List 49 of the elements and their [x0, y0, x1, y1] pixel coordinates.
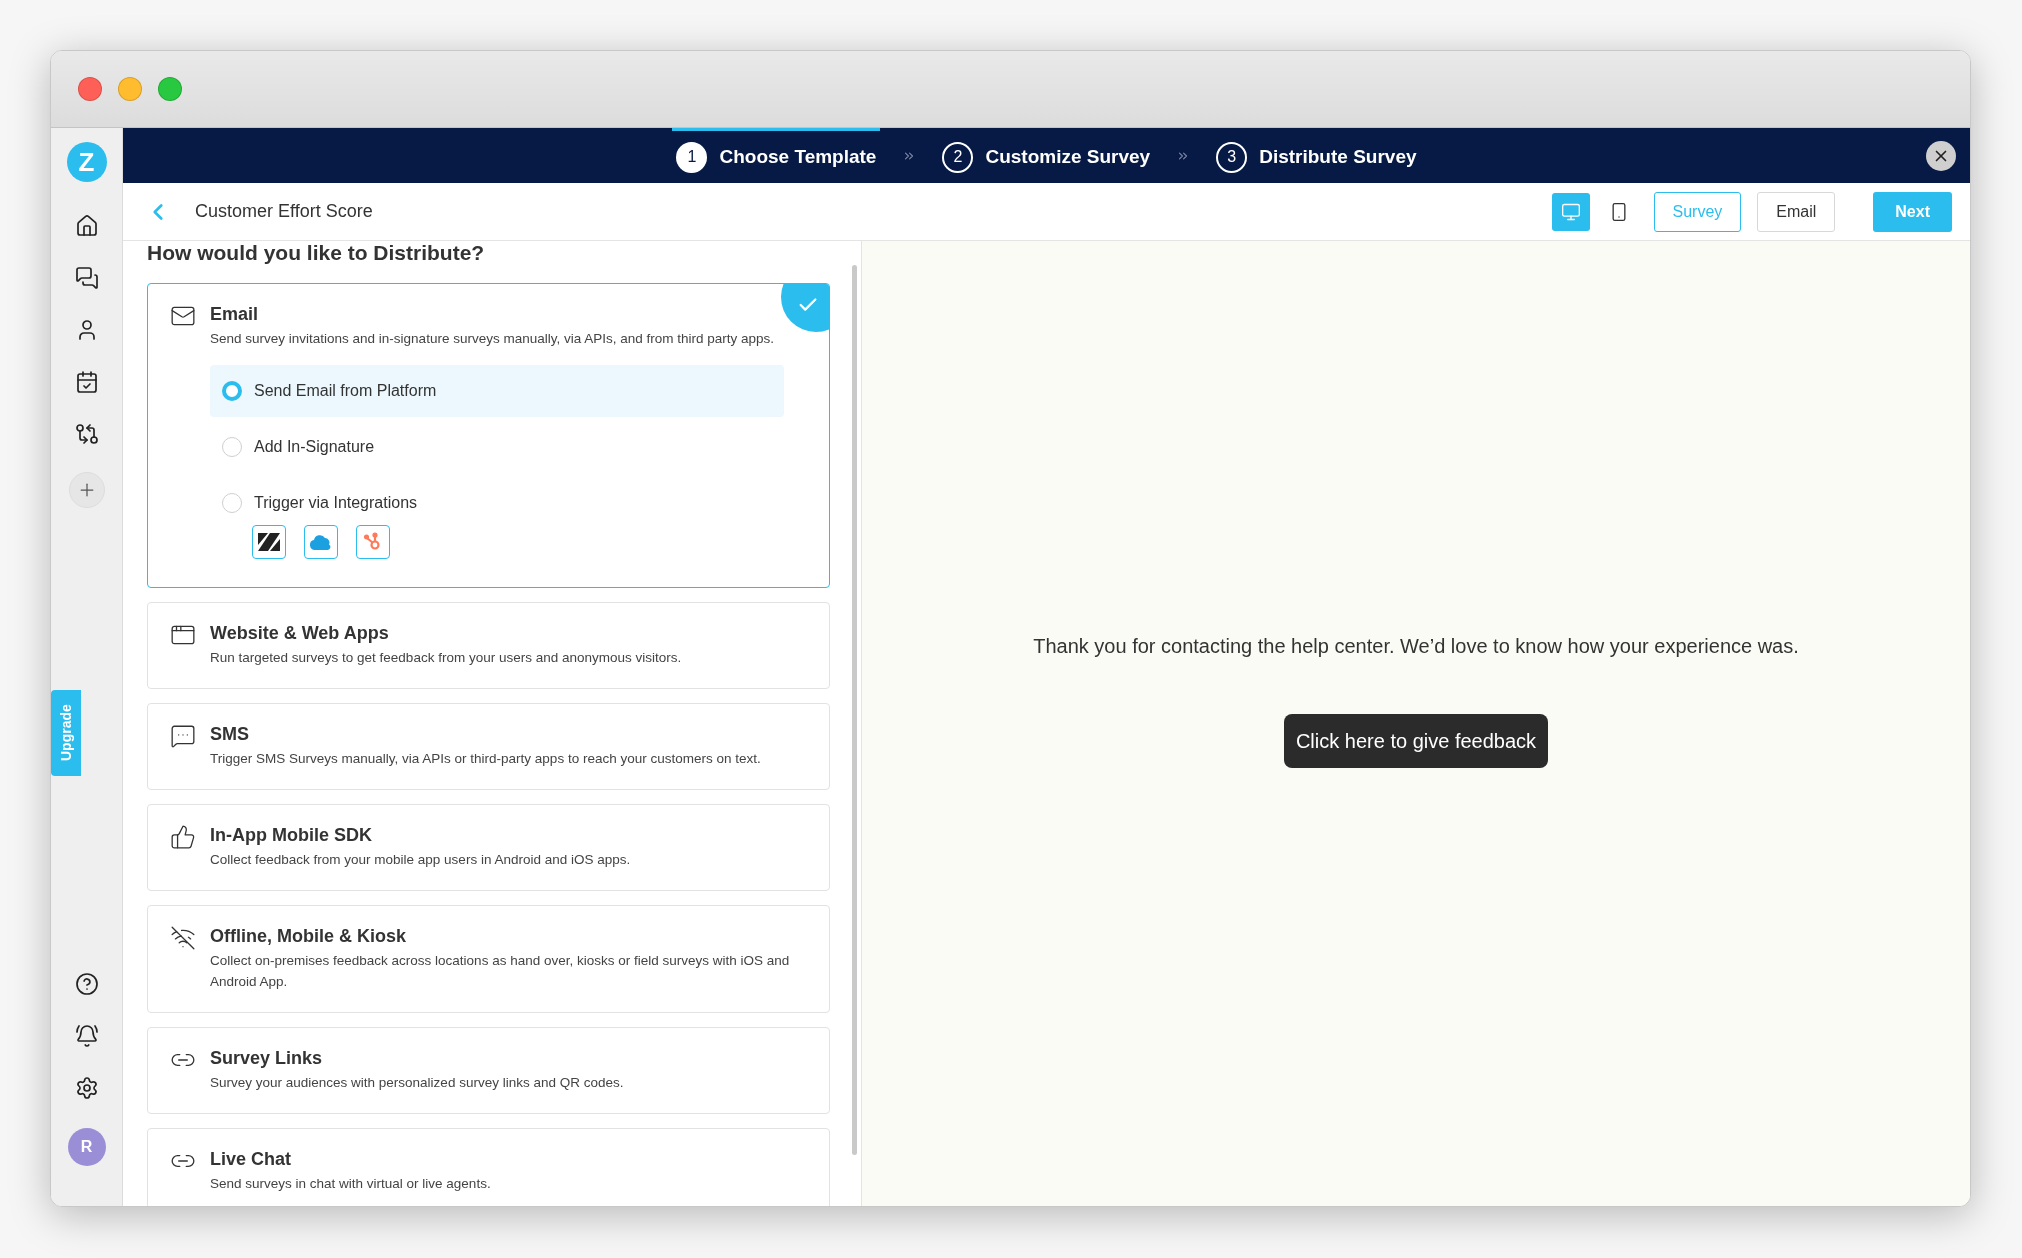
home-icon [74, 214, 99, 238]
monitor-icon [1560, 201, 1581, 222]
card-title: SMS [210, 724, 250, 745]
feedback-button[interactable]: Click here to give feedback [1283, 714, 1549, 768]
preview-message: Thank you for contacting the help center. We’d love to know how your experience was. [1033, 635, 1799, 658]
card-title: Website & Web Apps [210, 623, 390, 644]
cloud-icon [309, 534, 333, 550]
thumbs-up-icon [170, 824, 196, 850]
card-description: Send survey invitations and in-signature surveys manually, via APIs, and from third party apps. [210, 330, 776, 348]
channel-card[interactable]: SMS Trigger SMS Surveys manually, via APIs or third-party apps to reach your customers on text. [147, 703, 830, 790]
card-description: Run targeted surveys to get feedback from your users and anonymous visitors. [210, 649, 683, 667]
settings-icon [74, 1076, 99, 1100]
card-description: Collect feedback from your mobile app users in Android and iOS apps. [210, 851, 632, 869]
step-tab[interactable]: 1 Choose Template [672, 128, 881, 183]
wifi-off-icon [170, 925, 196, 951]
survey-title: Customer Effort Score [195, 201, 374, 222]
add-button[interactable] [68, 472, 105, 508]
help-icon [74, 972, 99, 996]
zigzag-logo-icon [258, 533, 280, 551]
chat-bubble-icon [170, 723, 196, 749]
radio-option[interactable]: Send Email from Platform [210, 365, 784, 417]
close-button[interactable] [1926, 141, 1956, 171]
section-heading: How would you like to Distribute? [147, 241, 486, 265]
integration-button[interactable] [252, 525, 286, 559]
card-description: Trigger SMS Surveys manually, via APIs or third-party apps to reach your customers on text. [210, 750, 762, 768]
card-description: Send surveys in chat with virtual or live agents. [210, 1175, 492, 1193]
card-title: Email [210, 304, 260, 325]
card-title: In-App Mobile SDK [210, 825, 373, 846]
channel-card[interactable]: Email Send survey invitations and in-signature surveys manually, via APIs, and from third party apps. Send Email from Platform Add In-Signature Trigger via Integrations [147, 283, 830, 588]
card-title: Live Chat [210, 1149, 293, 1170]
calendar-check-icon [74, 370, 99, 394]
step-tab[interactable]: 2 Customize Survey [938, 128, 1155, 183]
scrollbar[interactable] [852, 265, 857, 1155]
step-tab[interactable]: 3 Distribute Survey [1212, 128, 1421, 183]
close-window-button[interactable] [78, 77, 102, 101]
card-description: Collect on-premises feedback across locations as hand over, kiosks or field surveys with iOS and Android App. [210, 952, 791, 991]
card-title: Survey Links [210, 1048, 324, 1069]
channel-card[interactable]: Offline, Mobile & Kiosk Collect on-premises feedback across locations as hand over, kiosks or field surveys with iOS and Android App. [147, 905, 830, 1013]
channel-card[interactable]: In-App Mobile SDK Collect feedback from your mobile app users in Android and iOS apps. [147, 804, 830, 891]
bell-icon [74, 1024, 99, 1048]
radio-option[interactable]: Add In-Signature [210, 421, 784, 473]
compare-arrows-icon [74, 422, 99, 446]
chat-icon [74, 266, 99, 290]
channel-card[interactable]: Website & Web Apps Run targeted surveys to get feedback from your users and anonymous visitors. [147, 602, 830, 689]
card-title: Offline, Mobile & Kiosk [210, 926, 407, 947]
channel-card[interactable]: Survey Links Survey your audiences with personalized survey links and QR codes. [147, 1027, 830, 1114]
card-description: Survey your audiences with personalized survey links and QR codes. [210, 1074, 625, 1092]
channel-card[interactable]: Live Chat Send surveys in chat with virtual or live agents. [147, 1128, 830, 1206]
view-toggle-button[interactable]: Email [1757, 191, 1836, 232]
